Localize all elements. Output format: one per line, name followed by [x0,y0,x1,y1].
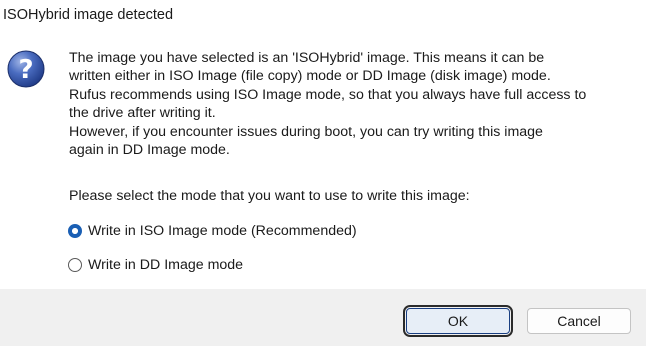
iso-mode-option[interactable]: Write in ISO Image mode (Recommended) [68,221,357,241]
question-icon: ? [7,50,45,88]
dd-mode-option[interactable]: Write in DD Image mode [68,255,243,275]
message-line: The image you have selected is an 'ISOHy… [69,50,545,66]
ok-button[interactable]: OK [403,305,513,337]
message-line: again in DD Image mode. [69,142,230,159]
cancel-button[interactable]: Cancel [527,308,631,334]
message-line: the drive after writing it. [69,105,216,122]
message-line: However, if you encounter issues during … [69,123,543,140]
message-line: written either in ISO Image (file copy) … [69,68,551,85]
message-line: Rufus recommends using ISO Image mode, s… [69,86,587,103]
isohybrid-dialog: ISOHybrid image detected ? The image you… [0,0,646,346]
mode-prompt: Please select the mode that you want to … [69,188,470,204]
iso-mode-label[interactable]: Write in ISO Image mode (Recommended) [88,223,357,239]
dialog-title: ISOHybrid image detected [3,7,174,23]
iso-mode-radio[interactable] [68,224,82,238]
dialog-message: The image you have selected is an 'ISOHy… [69,49,639,159]
svg-text:?: ? [18,55,33,85]
dd-mode-label[interactable]: Write in DD Image mode [88,257,243,273]
dd-mode-radio[interactable] [68,258,82,272]
